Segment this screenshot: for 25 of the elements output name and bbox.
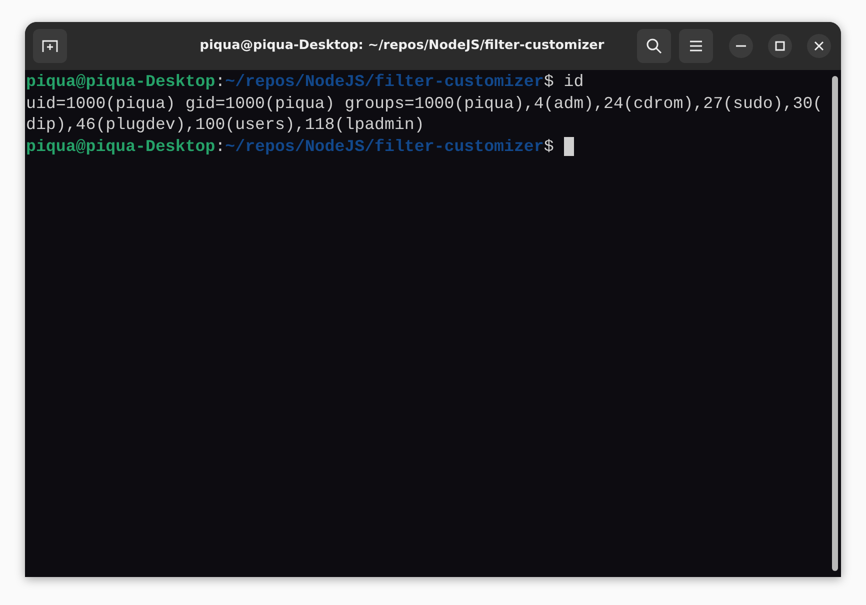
minimize-button[interactable]	[729, 34, 753, 58]
prompt-symbol: $	[544, 136, 554, 157]
menu-button[interactable]	[679, 29, 713, 63]
prompt-symbol: $	[544, 71, 554, 92]
search-button[interactable]	[637, 29, 671, 63]
menu-icon	[689, 40, 703, 52]
scrollbar[interactable]	[832, 76, 838, 571]
close-icon	[814, 41, 824, 51]
prompt-user-host: piqua@piqua-Desktop	[26, 71, 216, 92]
prompt-path: ~/repos/NodeJS/filter-customizer	[225, 136, 544, 157]
minimize-icon	[736, 45, 746, 47]
output-line: dip),46(plugdev),100(users),118(lpadmin)	[26, 114, 424, 136]
output-line: uid=1000(piqua) gid=1000(piqua) groups=1000(piqua),4(adm),24(cdrom),27(sudo),30(	[26, 92, 823, 114]
close-button[interactable]	[807, 34, 831, 58]
prompt-user-host: piqua@piqua-Desktop	[26, 136, 216, 157]
new-tab-button[interactable]	[33, 29, 67, 63]
prompt-path: ~/repos/NodeJS/filter-customizer	[225, 71, 544, 92]
window-title: piqua@piqua-Desktop: ~/repos/NodeJS/filter-customizer	[200, 37, 604, 56]
prompt-separator: :	[215, 71, 226, 92]
new-tab-icon	[42, 39, 58, 53]
prompt-separator: :	[215, 136, 226, 157]
maximize-icon	[775, 41, 785, 51]
command-text: id	[564, 71, 584, 92]
search-icon	[646, 38, 662, 54]
maximize-button[interactable]	[768, 34, 792, 58]
